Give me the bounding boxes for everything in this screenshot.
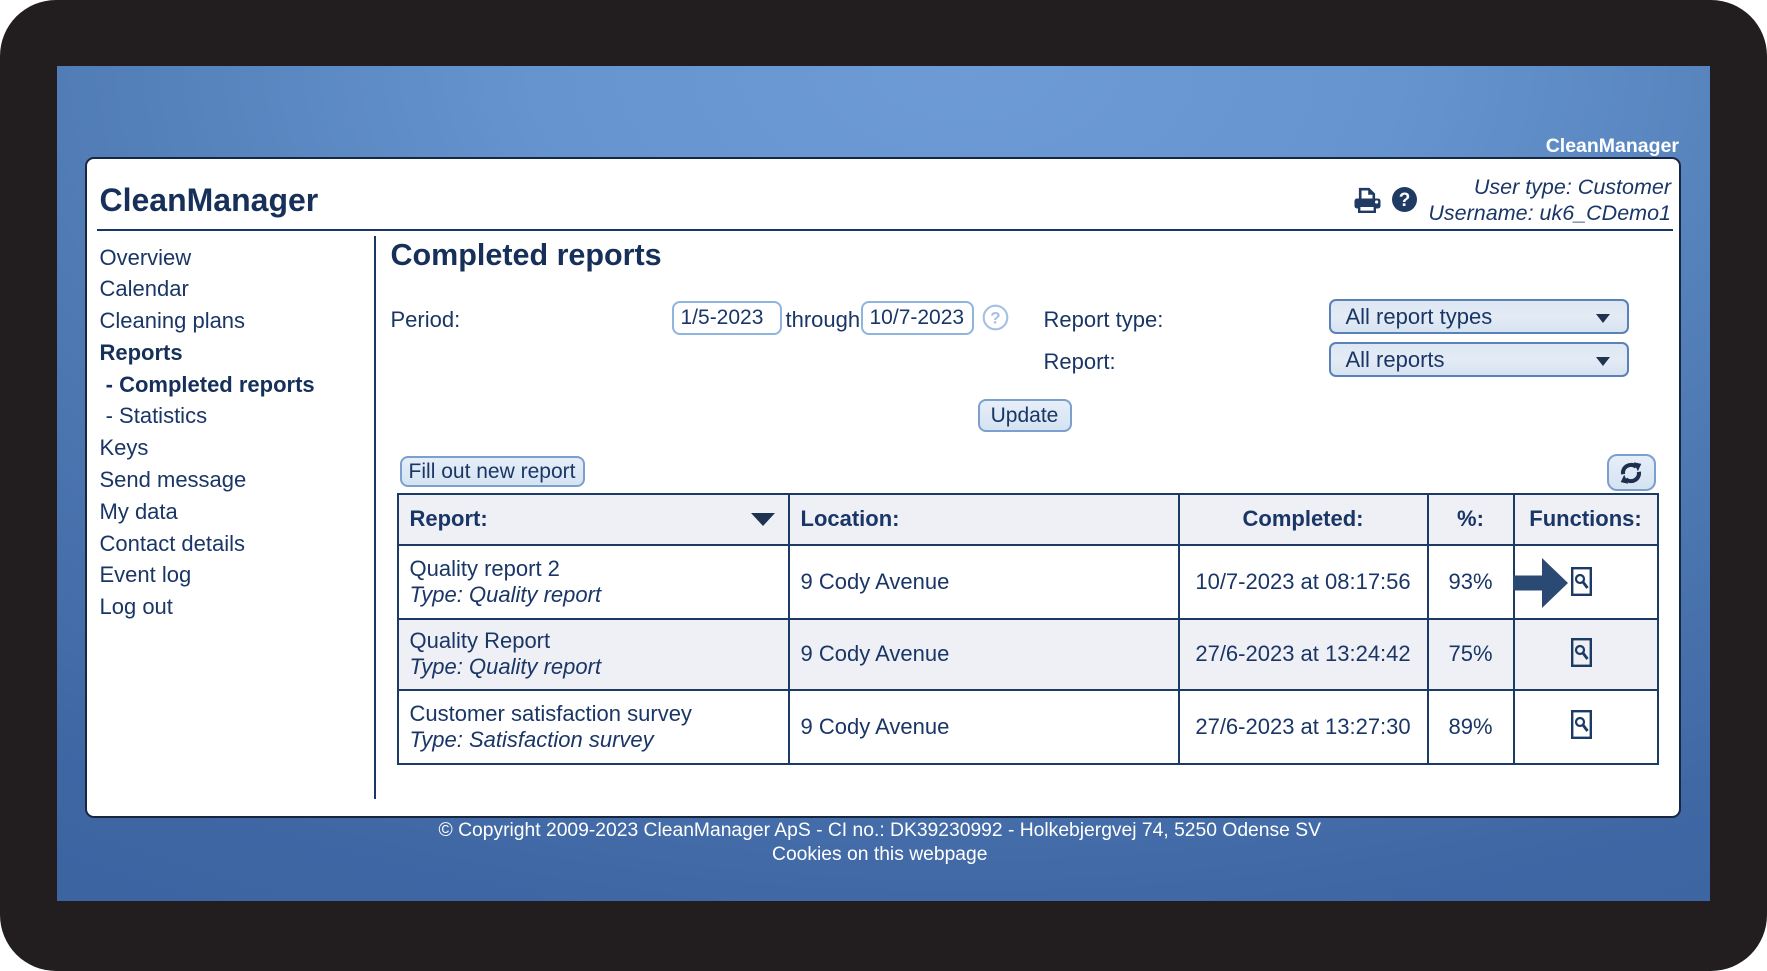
svg-text:?: ?: [1398, 190, 1410, 211]
svg-text:?: ?: [990, 309, 1000, 328]
